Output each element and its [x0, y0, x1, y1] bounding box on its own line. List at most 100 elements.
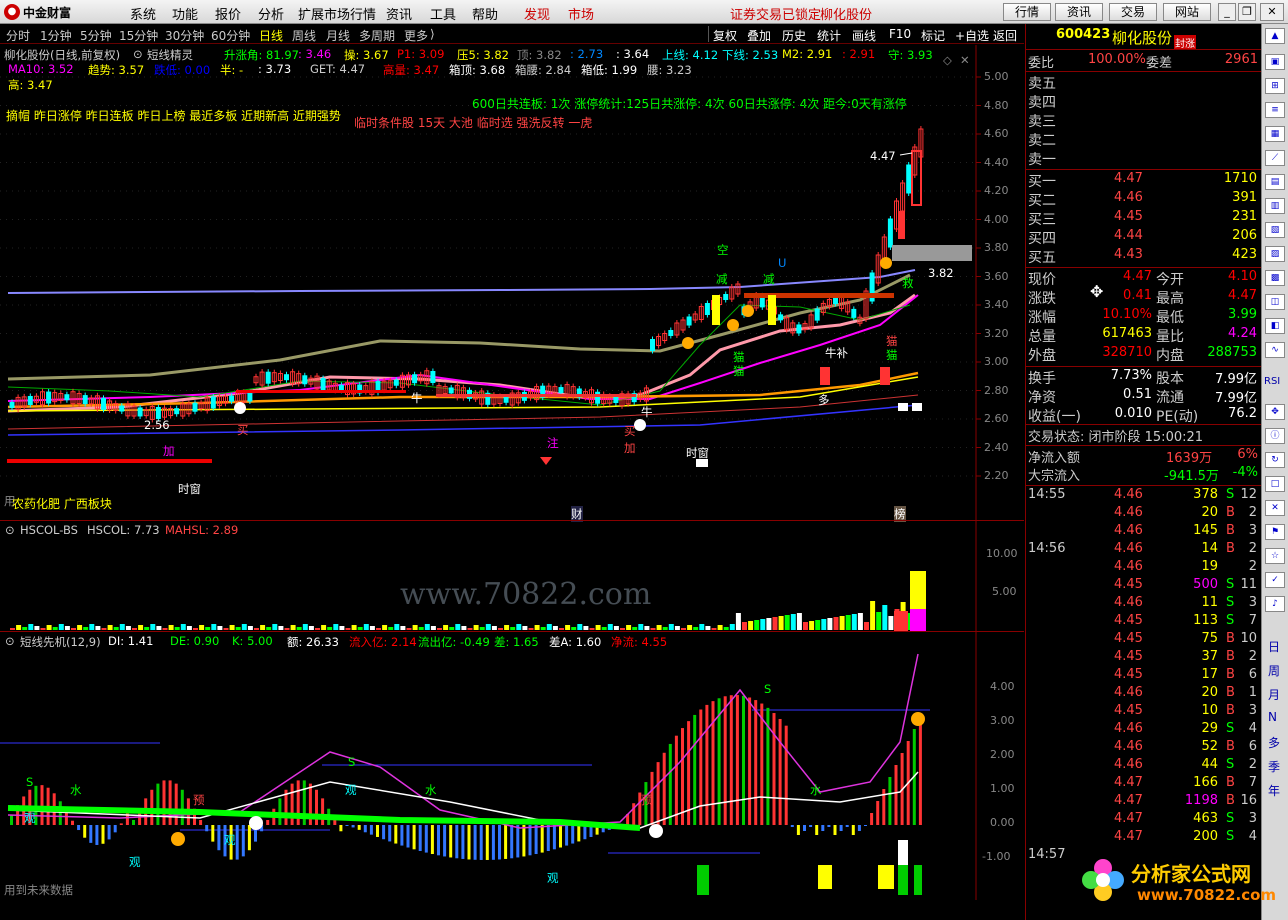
tool-mark[interactable]: 标记	[921, 27, 945, 44]
candle-body	[174, 408, 180, 415]
line-icon[interactable]: ⟋	[1265, 150, 1285, 166]
sidebar-rsi[interactable]: RSI	[1264, 376, 1280, 387]
minimize-icon[interactable]: _	[1218, 3, 1236, 21]
osc-bar	[357, 825, 361, 830]
menu-help[interactable]: 帮助	[472, 4, 498, 23]
table-icon[interactable]: ▤	[1265, 174, 1285, 190]
main-kline-chart[interactable]: 柳化股份(日线,前复权) ⊙ 短线精灵 升涨角: 81.97: 3.46 操: 3…	[0, 45, 1024, 522]
chart-icon[interactable]: ⊞	[1265, 78, 1285, 94]
volume-panel[interactable]: ⊙ HSCOL-BS HSCOL: 7.73 MAHSL: 2.89 10.00…	[0, 521, 1024, 631]
wave-icon[interactable]: ∿	[1265, 342, 1285, 358]
tool-back[interactable]: 返回	[993, 27, 1017, 44]
volume-bar	[144, 627, 150, 630]
sidebar-monthly[interactable]: 月	[1268, 686, 1280, 703]
quote-button[interactable]: 行情	[1003, 3, 1051, 21]
menu-market[interactable]: 市场	[568, 4, 594, 23]
tool-statistics[interactable]: 统计	[817, 27, 841, 44]
sell-level-label: 卖五	[1028, 76, 1056, 92]
menu-function[interactable]: 功能	[172, 4, 198, 23]
period-more[interactable]: 更多	[404, 27, 428, 44]
period-weekly[interactable]: 周线	[292, 27, 316, 44]
period-intraday[interactable]: 分时	[6, 27, 30, 44]
restore-icon[interactable]: ❐	[1238, 3, 1256, 21]
mark-jian-2: 减	[763, 272, 775, 286]
doc-icon[interactable]: ▧	[1265, 222, 1285, 238]
volume-bar	[193, 628, 198, 630]
tool-overlay[interactable]: 叠加	[747, 27, 771, 44]
move-icon[interactable]: ✥	[1265, 404, 1285, 420]
window-icon[interactable]: ◫	[1265, 294, 1285, 310]
flag-icon[interactable]: ⚑	[1265, 524, 1285, 540]
menu-quote[interactable]: 报价	[215, 4, 241, 23]
sidebar-weekly[interactable]: 周	[1268, 662, 1280, 679]
oscillator-panel[interactable]: ⊙ 短线先机(12,9) DI: 1.41 DE: 0.90 K: 5.00 额: 2…	[0, 632, 1024, 900]
monitor-icon[interactable]: ◧	[1265, 318, 1285, 334]
bookmark-icon[interactable]: ▣	[1265, 54, 1285, 70]
star-icon[interactable]: ☆	[1265, 548, 1285, 564]
tick-volume: 378	[1193, 487, 1218, 502]
period-toolbar: 分时 1分钟 5分钟 15分钟 30分钟 60分钟 日线 周线 月线 多周期 更…	[0, 24, 1024, 44]
info-icon[interactable]: ⓘ	[1265, 428, 1285, 444]
tick-side: B	[1226, 631, 1235, 646]
sidebar-year[interactable]: 年	[1268, 782, 1280, 799]
list-icon[interactable]: ≡	[1265, 102, 1285, 118]
period-60min[interactable]: 60分钟	[211, 27, 250, 44]
candle-body	[887, 218, 893, 248]
tick-side: S	[1226, 595, 1235, 610]
fund-icon[interactable]: ▥	[1265, 198, 1285, 214]
tool-history[interactable]: 历史	[782, 27, 806, 44]
grid-icon[interactable]: ▦	[1265, 126, 1285, 142]
menu-extended-market[interactable]: 扩展市场行情	[298, 4, 376, 23]
osc-bar	[534, 825, 538, 855]
osc-bar	[735, 695, 739, 825]
period-15min[interactable]: 15分钟	[119, 27, 158, 44]
osc-bar	[546, 825, 550, 852]
period-monthly[interactable]: 月线	[326, 27, 350, 44]
period-30min[interactable]: 30分钟	[165, 27, 204, 44]
menu-discover[interactable]: 发现	[524, 4, 550, 23]
candle-body	[393, 379, 399, 386]
x-icon[interactable]: ✕	[1265, 500, 1285, 516]
window-stock-title: 柳化股份	[820, 8, 873, 23]
refresh-icon[interactable]: ↻	[1265, 452, 1285, 468]
tick-side: S	[1226, 757, 1235, 772]
bar-icon[interactable]: ▨	[1265, 246, 1285, 262]
osc-signal-block	[818, 865, 832, 889]
tool-rights[interactable]: 复权	[713, 27, 737, 44]
tool-add-watchlist[interactable]: +自选	[955, 27, 989, 44]
trade-button[interactable]: 交易	[1109, 3, 1157, 21]
candle-body	[558, 387, 564, 394]
tick-volume: 19	[1201, 559, 1218, 574]
tool-f10[interactable]: F10	[889, 27, 911, 41]
period-multi[interactable]: 多周期	[359, 27, 395, 44]
tick-price: 4.46	[1114, 595, 1143, 610]
panel-icon[interactable]: ▩	[1265, 270, 1285, 286]
volume-bar	[796, 613, 802, 630]
osc-bar	[95, 825, 99, 845]
toolbar-icon-1[interactable]: ▲	[1265, 28, 1285, 44]
period-daily[interactable]: 日线	[259, 27, 283, 44]
tick-price: 4.47	[1114, 829, 1143, 844]
menu-news[interactable]: 资讯	[386, 4, 412, 23]
menu-tools[interactable]: 工具	[430, 4, 456, 23]
fund-label: 收益(一)	[1028, 409, 1081, 425]
tool-draw[interactable]: 画线	[852, 27, 876, 44]
menu-system[interactable]: 系统	[130, 4, 156, 23]
menu-analysis[interactable]: 分析	[258, 4, 284, 23]
bell-icon[interactable]: ♪	[1265, 596, 1285, 612]
website-button[interactable]: 网站	[1163, 3, 1211, 21]
period-1min[interactable]: 1分钟	[40, 27, 72, 44]
square-icon[interactable]: □	[1265, 476, 1285, 492]
close-icon[interactable]: ✕	[1260, 3, 1284, 21]
sidebar-season[interactable]: 季	[1268, 758, 1280, 775]
sidebar-multi[interactable]: 多	[1268, 734, 1280, 751]
period-5min[interactable]: 5分钟	[80, 27, 112, 44]
check-icon[interactable]: ✓	[1265, 572, 1285, 588]
price-tick: 2.60	[984, 412, 1009, 425]
sidebar-n[interactable]: N	[1268, 710, 1277, 724]
news-button[interactable]: 资讯	[1055, 3, 1103, 21]
buy-level-price: 4.47	[1114, 171, 1143, 186]
tick-side: S	[1226, 721, 1235, 736]
sidebar-daily[interactable]: 日	[1268, 638, 1280, 655]
more-arrow-icon[interactable]: ⟩	[430, 27, 435, 41]
